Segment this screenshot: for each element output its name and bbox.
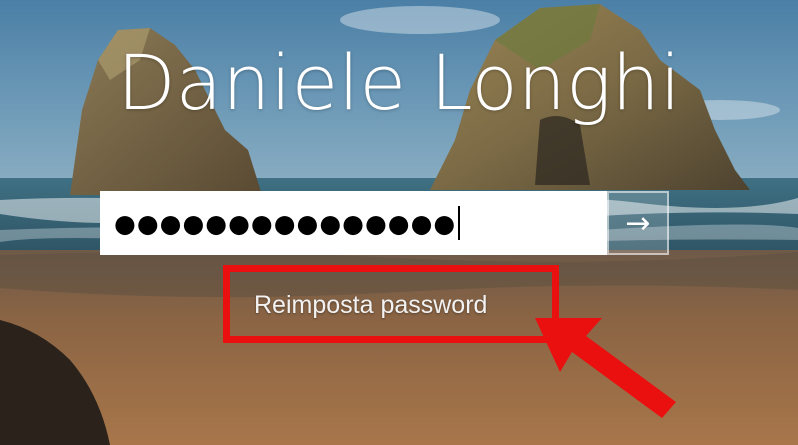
annotation-arrow	[535, 318, 676, 418]
